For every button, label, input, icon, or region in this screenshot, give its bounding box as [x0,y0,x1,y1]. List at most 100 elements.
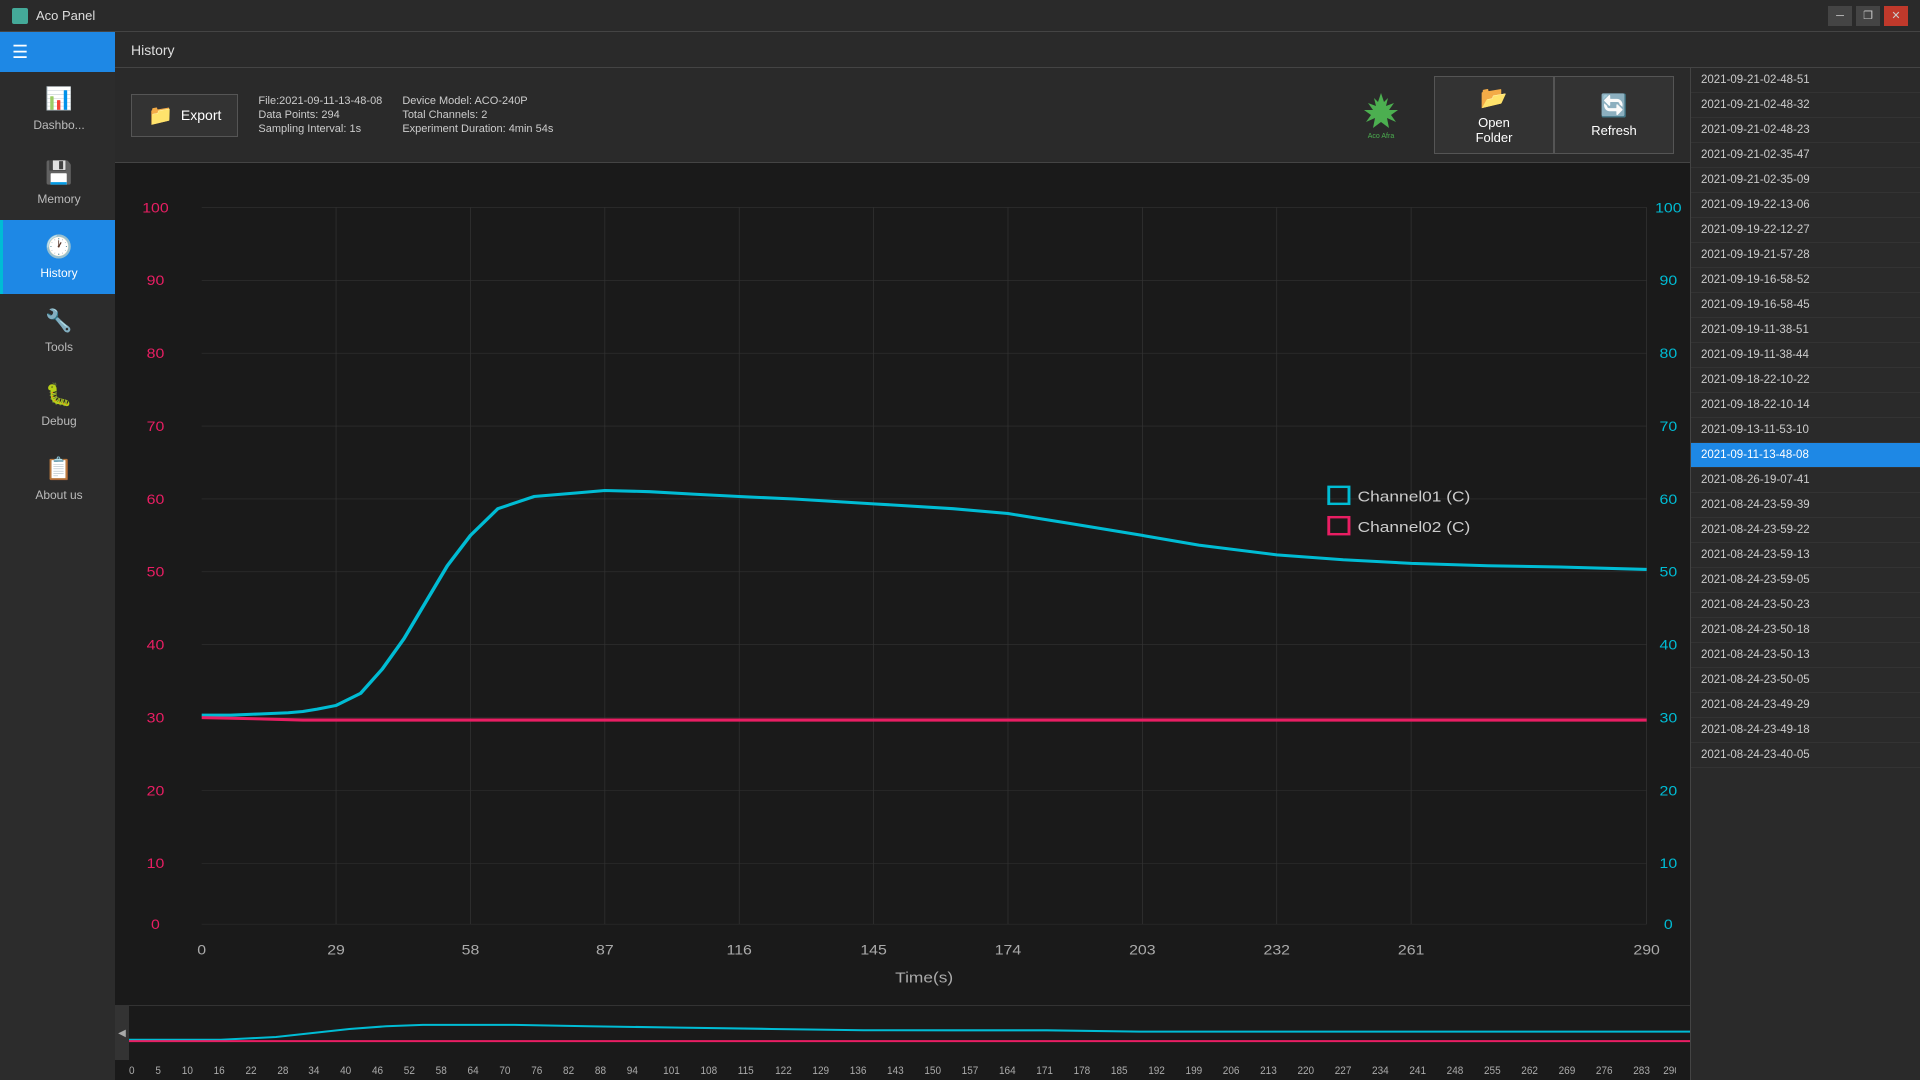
sidebar-item-debug[interactable]: 🐛 Debug [0,368,115,442]
sidebar-label-about: About us [35,488,82,502]
file-list-item[interactable]: 2021-08-24-23-59-13 [1691,543,1920,568]
file-list-item[interactable]: 2021-09-19-16-58-45 [1691,293,1920,318]
file-list-scroll[interactable]: 2021-09-21-02-48-512021-09-21-02-48-3220… [1691,68,1920,1080]
logo-text: Aco Afra [1368,133,1395,140]
sidebar-item-dashboard[interactable]: 📊 Dashbo... [0,72,115,146]
svg-text:276: 276 [1596,1065,1613,1078]
svg-text:174: 174 [995,944,1022,959]
file-list-item[interactable]: 2021-09-18-22-10-14 [1691,393,1920,418]
svg-text:Channel02 (C): Channel02 (C) [1358,520,1471,535]
file-list-item[interactable]: 2021-09-11-13-48-08 [1691,443,1920,468]
svg-text:40: 40 [147,639,165,654]
open-folder-button[interactable]: 📂 OpenFolder [1434,76,1554,154]
file-list-item[interactable]: 2021-09-19-11-38-44 [1691,343,1920,368]
file-list-item[interactable]: 2021-09-21-02-48-32 [1691,93,1920,118]
file-list-item[interactable]: 2021-08-24-23-40-05 [1691,743,1920,768]
page-title: History [131,42,175,58]
svg-text:94: 94 [627,1065,638,1078]
file-list-item[interactable]: 2021-08-26-19-07-41 [1691,468,1920,493]
svg-text:0: 0 [1664,918,1673,933]
svg-text:0: 0 [151,918,160,933]
svg-text:0: 0 [129,1065,135,1078]
hamburger-icon[interactable]: ☰ [12,42,28,63]
svg-text:16: 16 [214,1065,225,1078]
close-button[interactable]: ✕ [1884,6,1908,26]
svg-text:213: 213 [1260,1065,1277,1078]
mini-chart-svg [129,1006,1690,1060]
file-list-item[interactable]: 2021-09-13-11-53-10 [1691,418,1920,443]
svg-text:58: 58 [436,1065,447,1078]
svg-text:261: 261 [1398,944,1425,959]
refresh-button[interactable]: 🔄 Refresh [1554,76,1674,154]
scroll-left-arrow[interactable]: ◀ [115,1006,129,1060]
sidebar-item-about[interactable]: 📋 About us [0,442,115,516]
minimize-button[interactable]: ─ [1828,6,1852,26]
chart-section: 📁 Export File:2021-09-11-13-48-08 Data P… [115,68,1690,1080]
svg-text:90: 90 [1659,274,1677,289]
app-layout: ☰ 📊 Dashbo...💾 Memory🕐 History🔧 Tools🐛 D… [0,32,1920,1080]
main-content: 📁 Export File:2021-09-11-13-48-08 Data P… [115,68,1920,1080]
file-list-item[interactable]: 2021-08-24-23-59-39 [1691,493,1920,518]
x-axis-svg: 0 5 10 16 22 28 34 40 46 52 58 64 70 76 [129,1060,1676,1080]
file-list-item[interactable]: 2021-08-24-23-49-29 [1691,693,1920,718]
file-list-item[interactable]: 2021-08-24-23-59-05 [1691,568,1920,593]
mini-chart-container: ◀ [115,1005,1690,1060]
window-controls: ─ ❐ ✕ [1828,6,1908,26]
file-list-item[interactable]: 2021-09-21-02-35-09 [1691,168,1920,193]
file-list-item[interactable]: 2021-08-24-23-50-13 [1691,643,1920,668]
svg-text:290: 290 [1633,944,1660,959]
app-title: Aco Panel [36,8,95,23]
file-list-item[interactable]: 2021-08-24-23-59-22 [1691,518,1920,543]
sampling-interval: Sampling Interval: 1s [258,123,382,135]
svg-text:34: 34 [308,1065,319,1078]
export-button[interactable]: 📁 Export [131,94,238,137]
file-list-item[interactable]: 2021-08-24-23-50-23 [1691,593,1920,618]
data-points: Data Points: 294 [258,109,382,121]
file-list-item[interactable]: 2021-09-19-21-57-28 [1691,243,1920,268]
action-buttons: 📂 OpenFolder 🔄 Refresh [1434,76,1674,154]
file-list-item[interactable]: 2021-08-24-23-50-05 [1691,668,1920,693]
file-list-item[interactable]: 2021-08-24-23-50-18 [1691,618,1920,643]
top-bar: History [115,32,1920,68]
svg-text:129: 129 [812,1065,829,1078]
mini-chart-inner[interactable] [129,1006,1690,1060]
svg-text:50: 50 [147,566,165,581]
svg-text:Channel01 (C): Channel01 (C) [1358,490,1471,505]
sidebar-item-history[interactable]: 🕐 History [0,220,115,294]
svg-text:150: 150 [924,1065,941,1078]
file-list-item[interactable]: 2021-09-19-22-12-27 [1691,218,1920,243]
svg-text:87: 87 [596,944,614,959]
sidebar-item-memory[interactable]: 💾 Memory [0,146,115,220]
sidebar-header[interactable]: ☰ [0,32,115,72]
svg-text:52: 52 [404,1065,415,1078]
svg-text:199: 199 [1186,1065,1203,1078]
sidebar-item-tools[interactable]: 🔧 Tools [0,294,115,368]
file-list-item[interactable]: 2021-08-24-23-49-18 [1691,718,1920,743]
file-list-item[interactable]: 2021-09-19-16-58-52 [1691,268,1920,293]
svg-text:115: 115 [738,1065,754,1078]
logo-icon: Aco Afra [1356,90,1406,140]
svg-text:116: 116 [727,944,752,959]
svg-text:60: 60 [1659,493,1677,508]
svg-text:70: 70 [499,1065,510,1078]
refresh-label: Refresh [1591,123,1637,138]
info-header: 📁 Export File:2021-09-11-13-48-08 Data P… [115,68,1690,163]
mini-chart-scroll: ◀ [115,1006,1690,1060]
file-list-item[interactable]: 2021-09-21-02-48-51 [1691,68,1920,93]
svg-text:108: 108 [700,1065,717,1078]
svg-text:255: 255 [1484,1065,1501,1078]
svg-text:60: 60 [147,493,165,508]
file-list-item[interactable]: 2021-09-19-11-38-51 [1691,318,1920,343]
maximize-button[interactable]: ❐ [1856,6,1880,26]
export-label: Export [181,107,221,123]
svg-text:232: 232 [1263,944,1290,959]
file-list-item[interactable]: 2021-09-21-02-48-23 [1691,118,1920,143]
svg-text:0: 0 [197,944,206,959]
file-list-item[interactable]: 2021-09-18-22-10-22 [1691,368,1920,393]
refresh-icon: 🔄 [1600,93,1627,119]
dashboard-icon: 📊 [45,86,72,112]
device-info: Device Model: ACO-240P Total Channels: 2… [402,95,553,135]
svg-text:164: 164 [999,1065,1016,1078]
file-list-item[interactable]: 2021-09-21-02-35-47 [1691,143,1920,168]
file-list-item[interactable]: 2021-09-19-22-13-06 [1691,193,1920,218]
